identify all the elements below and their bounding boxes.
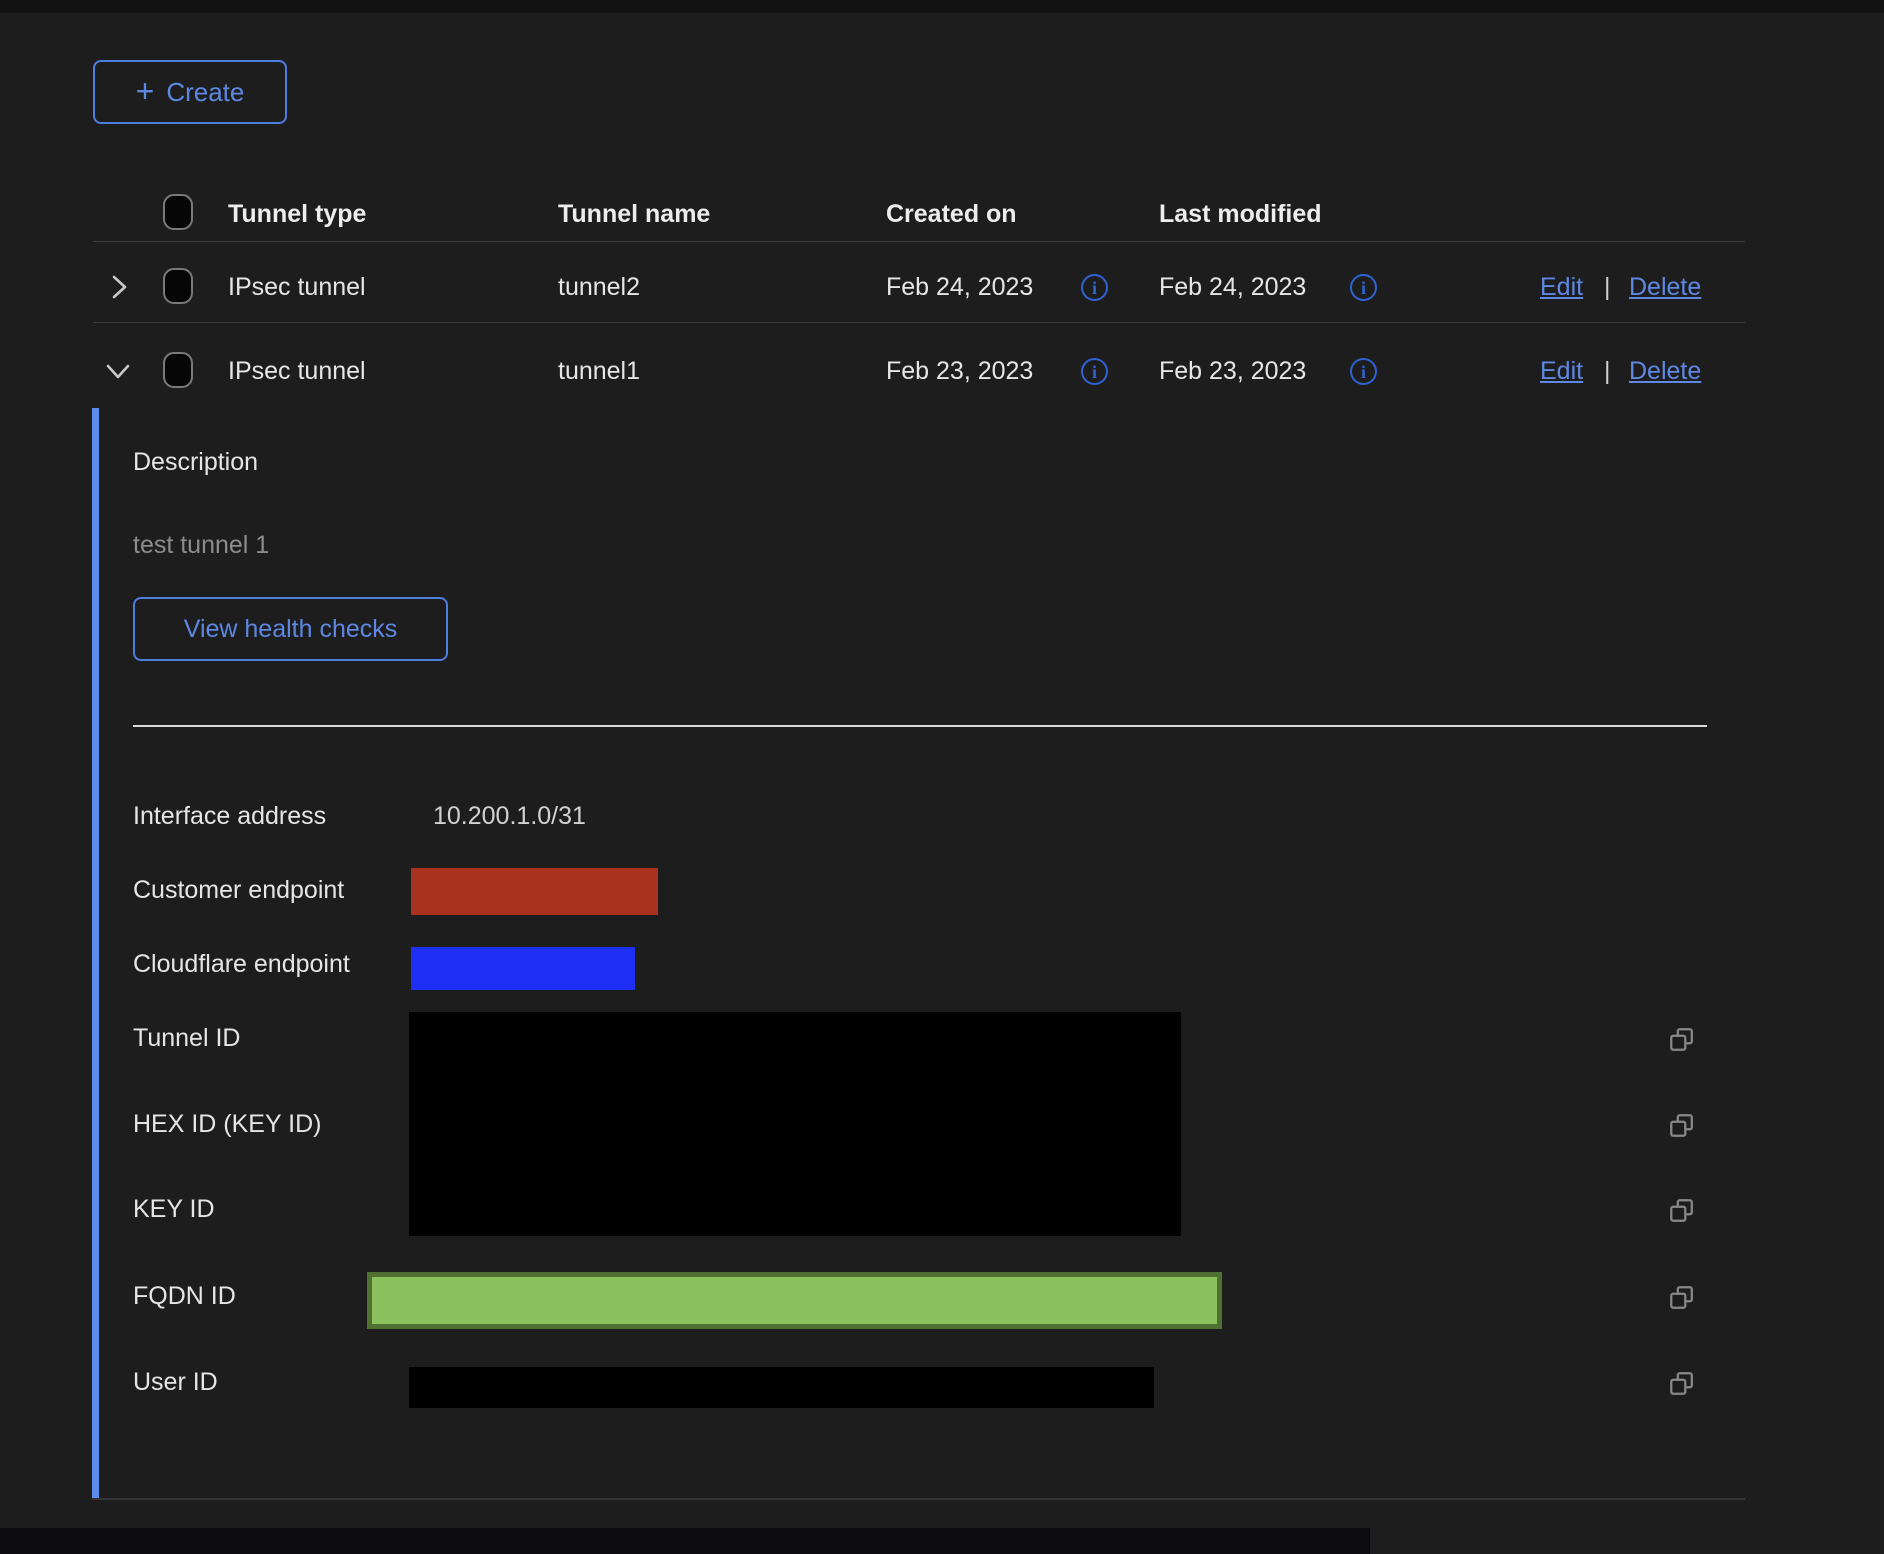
cell-tunnel-name: tunnel1 <box>558 355 640 387</box>
edit-link[interactable]: Edit <box>1540 271 1583 303</box>
row-checkbox[interactable] <box>163 268 193 304</box>
edit-link[interactable]: Edit <box>1540 355 1583 387</box>
chevron-down-icon[interactable] <box>104 360 132 382</box>
header-divider <box>93 241 1745 242</box>
expanded-row-bottom-divider <box>92 1498 1745 1500</box>
copy-icon[interactable] <box>1668 1026 1696 1054</box>
cell-created-on: Feb 23, 2023 <box>886 355 1033 387</box>
header-last-modified: Last modified <box>1159 198 1322 230</box>
hex-id-label: HEX ID (KEY ID) <box>133 1108 321 1140</box>
ids-redaction-block <box>409 1012 1181 1236</box>
copy-icon[interactable] <box>1668 1112 1696 1140</box>
cell-created-on: Feb 24, 2023 <box>886 271 1033 303</box>
row-checkbox[interactable] <box>163 352 193 388</box>
user-id-redaction <box>409 1367 1154 1408</box>
expanded-row-accent-bar <box>92 408 99 1499</box>
fqdn-id-redaction <box>367 1272 1222 1329</box>
info-icon[interactable]: i <box>1350 274 1377 301</box>
fqdn-id-label: FQDN ID <box>133 1280 236 1312</box>
key-id-label: KEY ID <box>133 1193 215 1225</box>
copy-icon[interactable] <box>1668 1370 1696 1398</box>
create-button-label: Create <box>166 77 244 108</box>
copy-icon[interactable] <box>1668 1284 1696 1312</box>
delete-link[interactable]: Delete <box>1629 271 1701 303</box>
cell-last-modified: Feb 23, 2023 <box>1159 355 1306 387</box>
info-icon[interactable]: i <box>1081 274 1108 301</box>
header-tunnel-name: Tunnel name <box>558 198 710 230</box>
customer-endpoint-label: Customer endpoint <box>133 874 344 906</box>
bottom-capture-band <box>0 1528 1370 1554</box>
cell-last-modified: Feb 24, 2023 <box>1159 271 1306 303</box>
tunnel-id-label: Tunnel ID <box>133 1022 240 1054</box>
header-created-on: Created on <box>886 198 1017 230</box>
interface-address-label: Interface address <box>133 800 326 832</box>
header-tunnel-type: Tunnel type <box>228 198 366 230</box>
view-health-checks-label: View health checks <box>184 615 398 644</box>
info-icon[interactable]: i <box>1081 358 1108 385</box>
description-value: test tunnel 1 <box>133 529 269 561</box>
info-icon[interactable]: i <box>1350 358 1377 385</box>
interface-address-value: 10.200.1.0/31 <box>433 800 586 832</box>
user-id-label: User ID <box>133 1366 218 1398</box>
view-health-checks-button[interactable]: View health checks <box>133 597 448 661</box>
cell-tunnel-name: tunnel2 <box>558 271 640 303</box>
section-divider <box>133 725 1707 727</box>
row-divider <box>93 322 1745 323</box>
cell-tunnel-type: IPsec tunnel <box>228 355 366 387</box>
action-separator: | <box>1604 355 1611 387</box>
copy-icon[interactable] <box>1668 1197 1696 1225</box>
description-label: Description <box>133 446 258 478</box>
chevron-right-icon[interactable] <box>108 273 130 301</box>
delete-link[interactable]: Delete <box>1629 355 1701 387</box>
customer-endpoint-redaction <box>411 868 658 915</box>
plus-icon: + <box>136 75 155 107</box>
select-all-checkbox[interactable] <box>163 194 193 230</box>
top-capture-band <box>0 0 1884 13</box>
cell-tunnel-type: IPsec tunnel <box>228 271 366 303</box>
cloudflare-endpoint-label: Cloudflare endpoint <box>133 948 350 980</box>
tunnels-page: + Create Tunnel type Tunnel name Created… <box>0 0 1884 1554</box>
create-button[interactable]: + Create <box>93 60 287 124</box>
cloudflare-endpoint-redaction <box>411 947 635 990</box>
action-separator: | <box>1604 271 1611 303</box>
